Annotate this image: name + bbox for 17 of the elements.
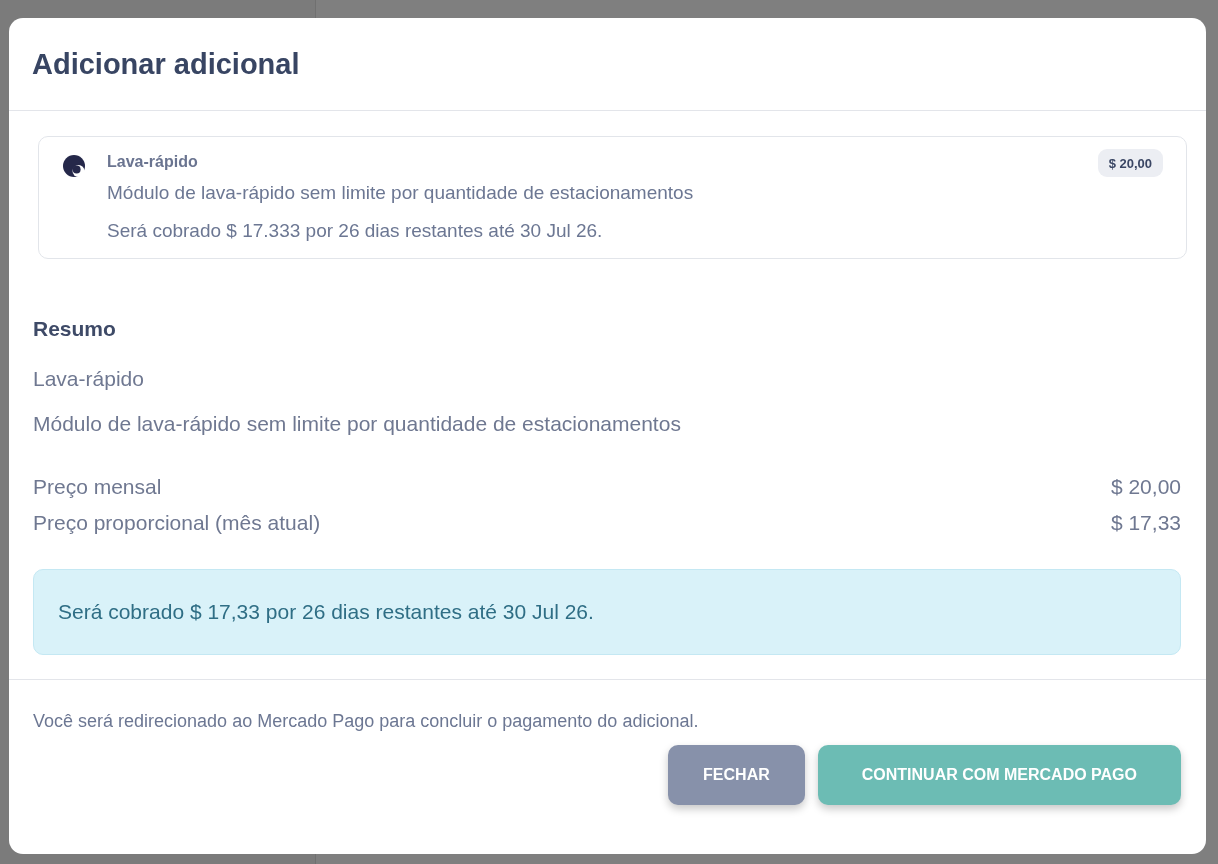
price-value: $ 17,33 bbox=[1110, 510, 1181, 536]
continue-button[interactable]: CONTINUAR COM MERCADO PAGO bbox=[817, 745, 1181, 805]
close-button[interactable]: FECHAR bbox=[668, 745, 805, 805]
crescent-icon bbox=[63, 155, 85, 177]
info-alert: Será cobrado $ 17,33 por 26 dias restantes até 30 Jul 26. bbox=[33, 569, 1181, 655]
summary-title: Resumo bbox=[33, 316, 117, 342]
charge-note: Será cobrado $ 17.333 por 26 dias restantes até 30 Jul 26. bbox=[107, 219, 604, 243]
summary-description: Módulo de lava-rápido sem limite por quantidade de estacionamentos bbox=[33, 411, 682, 437]
price-value: $ 20,00 bbox=[1110, 474, 1181, 500]
dialog-title: Adicionar adicional bbox=[32, 47, 300, 81]
price-label: Preço proporcional (mês atual) bbox=[33, 510, 321, 536]
price-label: Preço mensal bbox=[33, 474, 162, 500]
price-badge: $ 20,00 bbox=[1097, 149, 1163, 177]
addon-description: Módulo de lava-rápido sem limite por quantidade de estacionamentos bbox=[107, 181, 695, 205]
summary-name: Lava-rápido bbox=[33, 366, 145, 392]
addon-name: Lava-rápido bbox=[107, 152, 199, 172]
redirect-note: Você será redirecionado ao Mercado Pago para concluir o pagamento do adicional. bbox=[33, 710, 700, 733]
